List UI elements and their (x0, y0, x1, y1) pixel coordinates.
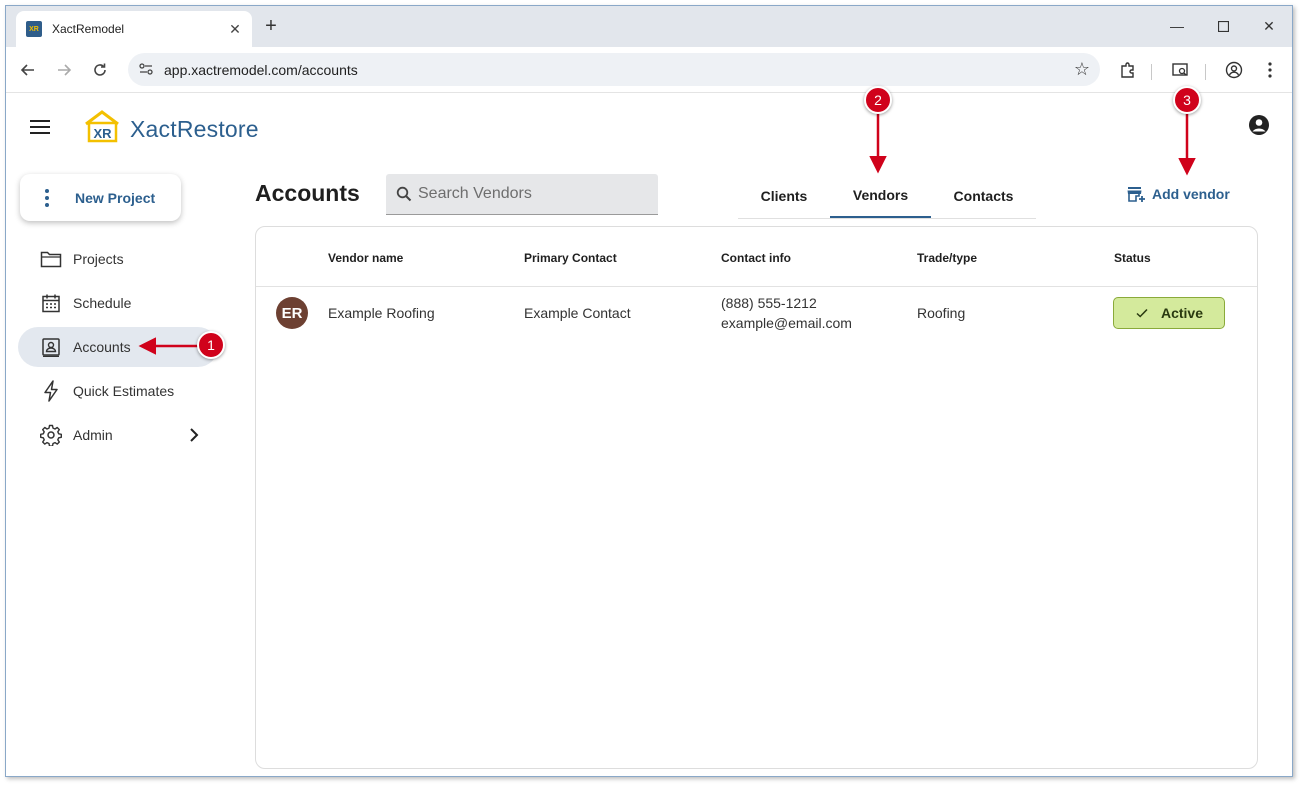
browser-window: XR XactRemodel ✕ + — ✕ app.xactremodel.c… (5, 5, 1293, 777)
new-project-button[interactable]: New Project (20, 174, 181, 221)
column-header-trade-type[interactable]: Trade/type (917, 251, 977, 265)
sidebar-item-label: Quick Estimates (73, 383, 175, 399)
toolbar-separator (1151, 64, 1152, 80)
site-settings-icon[interactable] (138, 61, 154, 77)
url-text[interactable]: app.xactremodel.com/accounts (164, 62, 358, 78)
annotation-badge-3: 3 (1173, 86, 1201, 114)
check-icon (1136, 308, 1148, 318)
sidebar-item-label: Projects (73, 251, 124, 267)
sidebar-nav: Projects Schedule Accounts Quick Estimat… (18, 239, 218, 459)
trade-type-cell: Roofing (917, 305, 966, 321)
maximize-icon[interactable] (1208, 14, 1238, 38)
search-icon (396, 186, 412, 202)
close-window-icon[interactable]: ✕ (1254, 14, 1284, 38)
annotation-badge-2: 2 (864, 86, 892, 114)
tab-vendors[interactable]: Vendors (830, 174, 931, 218)
contact-card-icon (40, 336, 62, 358)
add-vendor-button[interactable]: Add vendor (1126, 182, 1230, 206)
account-tabs: Clients Vendors Contacts (738, 174, 1036, 219)
vendor-name-cell[interactable]: Example Roofing (328, 305, 435, 321)
column-header-vendor-name[interactable]: Vendor name (328, 251, 403, 265)
tab-contacts[interactable]: Contacts (931, 174, 1036, 218)
browser-tab[interactable]: XR XactRemodel ✕ (16, 11, 252, 47)
add-vendor-label: Add vendor (1152, 186, 1230, 202)
minimize-icon[interactable]: — (1162, 14, 1192, 38)
folder-icon (40, 248, 62, 270)
status-badge[interactable]: Active (1113, 297, 1225, 329)
new-project-label: New Project (75, 189, 156, 206)
tab-strip: XR XactRemodel ✕ + — ✕ (6, 6, 1292, 47)
more-vertical-icon (45, 188, 49, 207)
tab-clients[interactable]: Clients (738, 174, 830, 218)
contact-email-cell: example@email.com (721, 315, 852, 331)
xactremodel-favicon-icon: XR (26, 21, 42, 37)
close-tab-icon[interactable]: ✕ (226, 20, 244, 38)
browser-menu-icon[interactable] (1258, 58, 1282, 82)
browser-toolbar: app.xactremodel.com/accounts ☆ (6, 47, 1292, 93)
sidebar-item-label: Admin (73, 427, 113, 443)
sidebar-item-label: Accounts (73, 339, 131, 355)
table-row[interactable]: ER Example Roofing Example Contact (888)… (256, 287, 1257, 339)
reload-icon[interactable] (88, 58, 112, 82)
back-icon[interactable] (16, 58, 40, 82)
forward-icon[interactable] (52, 58, 76, 82)
calendar-icon (40, 292, 62, 314)
user-account-icon[interactable] (1248, 114, 1270, 136)
vendors-table: Vendor name Primary Contact Contact info… (255, 226, 1258, 769)
browser-tab-title: XactRemodel (52, 22, 125, 36)
search-input[interactable] (418, 174, 648, 214)
vendor-avatar: ER (276, 297, 308, 329)
tab-search-icon[interactable] (1168, 58, 1192, 82)
xactrestore-logo: XR (85, 110, 119, 143)
page-title: Accounts (255, 180, 360, 206)
status-label: Active (1160, 305, 1204, 321)
sidebar-item-schedule[interactable]: Schedule (18, 283, 218, 323)
table-header: Vendor name Primary Contact Contact info… (256, 227, 1257, 287)
column-header-status[interactable]: Status (1114, 251, 1151, 265)
address-bar[interactable]: app.xactremodel.com/accounts ☆ (128, 53, 1100, 86)
logo-text: XR (93, 126, 112, 141)
chevron-right-icon[interactable] (184, 425, 204, 445)
sidebar-item-quick-estimates[interactable]: Quick Estimates (18, 371, 218, 411)
brand-name: XactRestore (130, 116, 259, 142)
sidebar-item-admin[interactable]: Admin (18, 415, 218, 455)
hamburger-menu-icon[interactable] (30, 120, 50, 136)
column-header-contact-info[interactable]: Contact info (721, 251, 791, 265)
sidebar-item-accounts[interactable]: Accounts (18, 327, 218, 367)
toolbar-separator (1205, 64, 1206, 80)
add-store-icon (1127, 187, 1145, 202)
sidebar-item-label: Schedule (73, 295, 132, 311)
primary-contact-cell: Example Contact (524, 305, 631, 321)
lightning-icon (40, 380, 62, 402)
app-root: XR XactRestore New Project Projects Sche… (6, 94, 1292, 776)
profile-icon[interactable] (1222, 58, 1246, 82)
column-header-primary-contact[interactable]: Primary Contact (524, 251, 617, 265)
search-field[interactable] (386, 174, 658, 215)
bookmark-star-icon[interactable]: ☆ (1074, 59, 1090, 80)
annotation-badge-1: 1 (197, 331, 225, 359)
gear-icon (40, 424, 62, 446)
extensions-icon[interactable] (1116, 58, 1140, 82)
contact-phone-cell: (888) 555-1212 (721, 295, 817, 311)
sidebar-item-projects[interactable]: Projects (18, 239, 218, 279)
new-tab-icon[interactable]: + (260, 15, 282, 37)
